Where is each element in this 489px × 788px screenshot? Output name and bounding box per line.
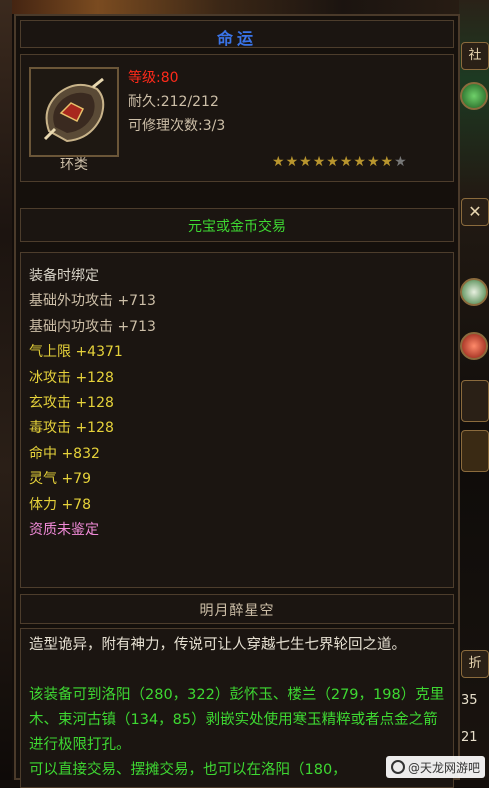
- attribute-line: 灵气 +79: [29, 471, 91, 488]
- star-filled-icon: ★: [366, 154, 380, 170]
- description-trade: 可以直接交易、摆摊交易，也可以在洛阳（180，: [29, 762, 347, 778]
- attribute-line: 冰攻击 +128: [29, 369, 114, 386]
- attribute-line: 资质未鉴定: [29, 522, 99, 538]
- item-durability: 耐久:212/212: [128, 94, 219, 110]
- set-name-bar: 明月醉星空: [20, 594, 454, 624]
- weibo-logo-icon: [390, 760, 405, 774]
- slot-count: 21: [461, 730, 478, 745]
- set-name: 明月醉星空: [199, 603, 275, 619]
- attribute-line: 体力 +78: [29, 496, 91, 513]
- star-rating: ★ ★ ★ ★ ★ ★ ★ ★ ★ ★: [272, 155, 407, 169]
- star-filled-icon: ★: [339, 154, 353, 170]
- attribute-list: 装备时绑定基础外功攻击 +713 基础内功攻击 +713 气上限 +4371 冰攻击 …: [20, 252, 454, 588]
- game-scene-top: [0, 0, 489, 14]
- attribute-line: 装备时绑定: [29, 268, 99, 284]
- item-name: 命运: [216, 29, 257, 48]
- social-button[interactable]: 社: [461, 42, 489, 70]
- attribute-line: 基础外功攻击 +713: [29, 293, 156, 310]
- ring-item-icon: [29, 67, 119, 157]
- attribute-line: 玄攻击 +128: [29, 395, 114, 411]
- watermark: @天龙网游吧: [385, 756, 485, 778]
- star-filled-icon: ★: [272, 154, 285, 170]
- watermark-text: @天龙网游吧: [407, 760, 480, 775]
- star-filled-icon: ★: [299, 154, 312, 170]
- split-button[interactable]: 折: [461, 650, 489, 678]
- star-filled-icon: ★: [285, 154, 299, 170]
- description-lore: 造型诡异，附有神力，传说可让人穿越七生七界轮回之道。: [29, 637, 406, 653]
- game-sidebar: 社 ✕ 折 35 21: [459, 0, 489, 780]
- ring-icon: [31, 69, 117, 155]
- red-orb-icon[interactable]: [460, 332, 488, 360]
- item-slot-icon[interactable]: [461, 380, 489, 422]
- attribute-line: 气上限 +4371: [29, 344, 123, 361]
- attribute-line: 命中 +832: [29, 445, 100, 462]
- star-filled-icon: ★: [380, 154, 394, 170]
- item-repairs: 可修理次数:3/3: [128, 118, 226, 134]
- item-slot-icon[interactable]: [461, 430, 489, 472]
- attribute-line: 毒攻击 +128: [29, 420, 114, 437]
- item-level: 等级:80: [128, 70, 179, 86]
- star-filled-icon: ★: [353, 154, 366, 170]
- green-orb-icon[interactable]: [460, 82, 488, 110]
- slot-count: 35: [461, 693, 478, 708]
- game-scene-left: [0, 0, 12, 780]
- close-icon[interactable]: ✕: [461, 198, 489, 226]
- item-tooltip: 命运 等级:80 耐久:212/212 可修理次数:3/3 环类 ★ ★ ★ ★ ★ ★ ★…: [14, 14, 460, 788]
- trade-info: 元宝或金币交易: [188, 219, 286, 235]
- jade-orb-icon[interactable]: [460, 278, 488, 306]
- item-type: 环类: [60, 157, 88, 173]
- star-empty-icon: ★: [394, 154, 407, 170]
- attribute-line: 基础内功攻击 +713: [29, 318, 156, 335]
- star-filled-icon: ★: [312, 154, 326, 170]
- title-bar: 命运: [20, 20, 454, 48]
- star-filled-icon: ★: [326, 154, 339, 170]
- description-socket: 该装备可到洛阳（280，322）彭怀玉、楼兰（279，198）克里木、束河古镇（…: [29, 687, 445, 753]
- trade-bar: 元宝或金币交易: [20, 208, 454, 242]
